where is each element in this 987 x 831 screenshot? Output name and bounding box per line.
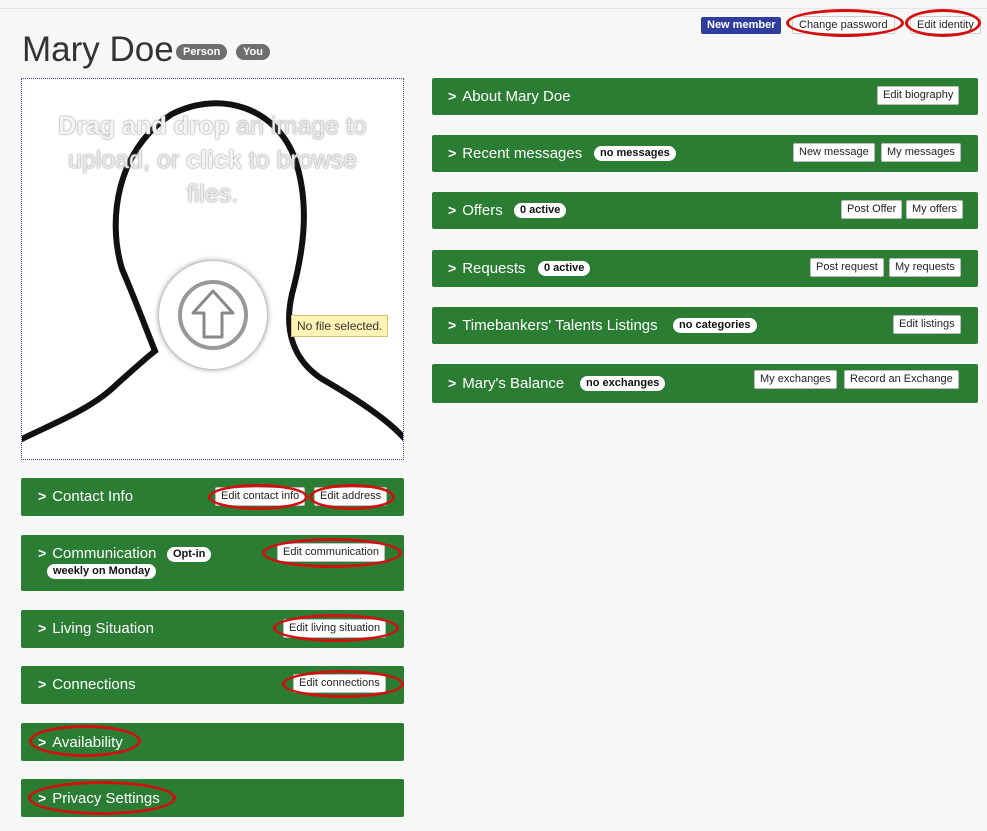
my-offers-button[interactable]: My offers — [906, 200, 964, 219]
panel-living-situation[interactable]: > Living Situation Edit living situation — [21, 610, 404, 648]
panel-offers-title[interactable]: > Offers — [448, 200, 503, 221]
page-title: Mary Doe — [22, 30, 174, 69]
file-status-tooltip: No file selected. — [291, 315, 389, 337]
chevron-right-icon: > — [38, 676, 47, 692]
messages-count-badge: no messages — [594, 146, 676, 161]
top-divider — [0, 8, 987, 9]
edit-address-button[interactable]: Edit address — [314, 487, 388, 506]
edit-communication-button[interactable]: Edit communication — [277, 543, 385, 562]
edit-biography-button[interactable]: Edit biography — [877, 86, 960, 105]
chevron-right-icon: > — [38, 790, 47, 806]
talents-categories-badge: no categories — [673, 318, 757, 333]
chevron-right-icon: > — [448, 145, 457, 161]
panel-availability-title[interactable]: > Availability — [38, 732, 123, 753]
my-messages-button[interactable]: My messages — [881, 143, 961, 162]
chevron-right-icon: > — [38, 488, 47, 504]
panel-connections-title[interactable]: > Connections — [38, 674, 136, 695]
panel-about-title[interactable]: > About Mary Doe — [448, 86, 571, 107]
change-password-button[interactable]: Change password — [792, 16, 895, 34]
panel-talents-listings[interactable]: > Timebankers' Talents Listings no catego… — [432, 307, 978, 344]
panel-connections[interactable]: > Connections Edit connections — [21, 666, 404, 704]
upload-arrow-icon — [178, 280, 248, 350]
profile-image-dropzone[interactable]: Drag and drop an image to upload, or cli… — [21, 78, 404, 460]
panel-recent-messages-title[interactable]: > Recent messages — [448, 143, 582, 164]
edit-identity-button[interactable]: Edit identity — [910, 16, 981, 34]
upload-instructions: Drag and drop an image to upload, or cli… — [58, 112, 367, 208]
panel-availability[interactable]: > Availability — [21, 723, 404, 761]
upload-button[interactable] — [159, 261, 267, 369]
chevron-right-icon: > — [448, 260, 457, 276]
panel-balance-title[interactable]: > Mary's Balance — [448, 373, 564, 394]
panel-contact-info-title[interactable]: > Contact Info — [38, 486, 133, 507]
panel-privacy-settings[interactable]: > Privacy Settings — [21, 779, 404, 817]
my-requests-button[interactable]: My requests — [889, 258, 961, 277]
record-exchange-button[interactable]: Record an Exchange — [844, 370, 959, 389]
communication-frequency-badge: weekly on Monday — [47, 564, 157, 579]
edit-contact-info-button[interactable]: Edit contact info — [215, 487, 306, 506]
chevron-right-icon: > — [448, 317, 457, 333]
panel-communication[interactable]: > Communication Opt-in weekly on Monday E… — [21, 535, 404, 591]
panel-living-situation-title[interactable]: > Living Situation — [38, 618, 154, 639]
post-offer-button[interactable]: Post Offer — [841, 200, 903, 219]
balance-exchanges-badge: no exchanges — [580, 376, 666, 391]
chevron-right-icon: > — [38, 620, 47, 636]
panel-offers[interactable]: > Offers 0 active Post Offer My offers — [432, 192, 978, 229]
chevron-right-icon: > — [448, 88, 457, 104]
panel-requests-title[interactable]: > Requests — [448, 258, 526, 279]
panel-talents-listings-title[interactable]: > Timebankers' Talents Listings — [448, 315, 658, 336]
panel-balance[interactable]: > Mary's Balance no exchanges My exchange… — [432, 364, 978, 403]
new-message-button[interactable]: New message — [793, 143, 875, 162]
communication-optin-badge: Opt-in — [167, 547, 212, 562]
tag-person: Person — [176, 44, 228, 60]
panel-contact-info[interactable]: > Contact Info Edit contact info Edit add… — [21, 478, 404, 516]
post-request-button[interactable]: Post request — [810, 258, 884, 277]
panel-recent-messages[interactable]: > Recent messages no messages New message… — [432, 135, 978, 172]
panel-communication-title[interactable]: > Communication — [38, 543, 156, 564]
status-badge: New member — [701, 17, 782, 34]
panel-privacy-settings-title[interactable]: > Privacy Settings — [38, 788, 160, 809]
tag-you: You — [236, 44, 270, 60]
chevron-right-icon: > — [38, 734, 47, 750]
chevron-right-icon: > — [448, 375, 457, 391]
edit-connections-button[interactable]: Edit connections — [293, 674, 386, 693]
chevron-right-icon: > — [448, 202, 457, 218]
panel-requests[interactable]: > Requests 0 active Post request My reque… — [432, 250, 978, 287]
panel-about[interactable]: > About Mary Doe Edit biography — [432, 78, 978, 115]
my-exchanges-button[interactable]: My exchanges — [754, 370, 837, 389]
offers-count-badge: 0 active — [514, 203, 567, 218]
edit-living-situation-button[interactable]: Edit living situation — [283, 619, 387, 638]
edit-listings-button[interactable]: Edit listings — [893, 315, 961, 334]
requests-count-badge: 0 active — [538, 261, 591, 276]
chevron-right-icon: > — [38, 545, 47, 561]
